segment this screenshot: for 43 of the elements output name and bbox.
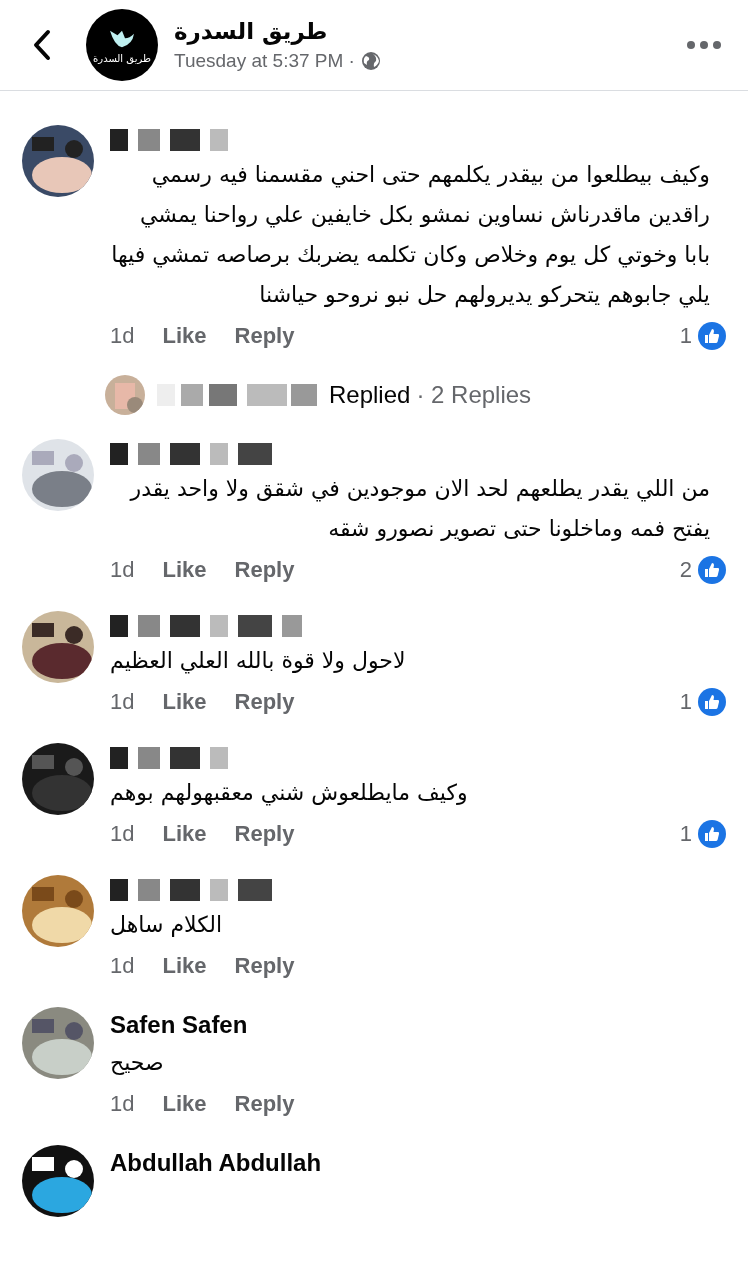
reply-link[interactable]: Reply	[234, 323, 295, 349]
comment-time: 1d	[110, 323, 135, 349]
like-link[interactable]: Like	[162, 1091, 207, 1117]
thumbs-up-icon[interactable]	[698, 688, 726, 716]
comment-time: 1d	[110, 1091, 135, 1117]
like-link[interactable]: Like	[162, 557, 207, 583]
comment-text: صحيح	[110, 1049, 164, 1077]
reply-link[interactable]: Reply	[234, 557, 295, 583]
like-link[interactable]: Like	[162, 953, 207, 979]
commenter-name[interactable]: Abdullah Abdullah	[110, 1149, 322, 1177]
comment-text: من اللي يقدر يطلعهم لحد الان موجودين في شقق ولا واحد يقدر يفتح فمه وماخلونا حتى تصوير نصورو شقه	[128, 475, 710, 543]
reply-link[interactable]: Reply	[234, 953, 295, 979]
comment-time: 1d	[110, 953, 135, 979]
reaction-count: 1	[679, 689, 692, 715]
comment-time: 1d	[110, 821, 135, 847]
reaction-count: 2	[679, 557, 692, 583]
comment-text: وكيف مايطلعوش شني معقبهولهم بوهم	[110, 779, 468, 808]
reply-link[interactable]: Reply	[234, 821, 295, 847]
more-options-icon[interactable]	[686, 40, 722, 50]
replies-count[interactable]: · 2 Replies	[416, 381, 532, 409]
reaction-count: 1	[679, 323, 692, 349]
thumbs-up-icon[interactable]	[698, 322, 726, 350]
like-link[interactable]: Like	[162, 821, 207, 847]
like-link[interactable]: Like	[162, 323, 207, 349]
commenter-name[interactable]: Safen Safen	[110, 1011, 248, 1039]
comment-time: 1d	[110, 557, 135, 583]
page-logo[interactable]: طريق السدرة	[86, 9, 158, 81]
reply-link[interactable]: Reply	[234, 689, 295, 715]
logo-text: طريق السدرة	[93, 52, 151, 64]
page-name[interactable]: طريق السدرة	[174, 18, 328, 44]
thumbs-up-icon[interactable]	[698, 556, 726, 584]
like-link[interactable]: Like	[162, 689, 207, 715]
comment-text: الكلام ساهل	[110, 911, 223, 939]
thumbs-up-icon[interactable]	[698, 820, 726, 848]
back-icon[interactable]	[32, 29, 52, 61]
comment-text: لاحول ولا قوة بالله العلي العظيم	[110, 647, 406, 676]
reaction-count: 1	[679, 821, 692, 847]
comment-text: وكيف بيطلعوا من بيقدر يكلمهم حتى احني مقسمنا فيه رسمي راقدين ماقدرناش نساوين نمشو بكل خايفين علي رواحنا يمشي بابا وخوتي كل يوم وخلاص وكان تكلمه يضربك برصاصه تمشي فيها يلي جابوهم يتحركو يديرولهم حل نبو نروحو حياشنا	[110, 161, 710, 310]
comment-time: 1d	[110, 689, 135, 715]
replied-link[interactable]: Replied	[329, 381, 411, 409]
globe-icon	[360, 51, 381, 71]
post-time: Tuesday at 5:37 PM ·	[174, 50, 355, 72]
reply-link[interactable]: Reply	[234, 1091, 295, 1117]
